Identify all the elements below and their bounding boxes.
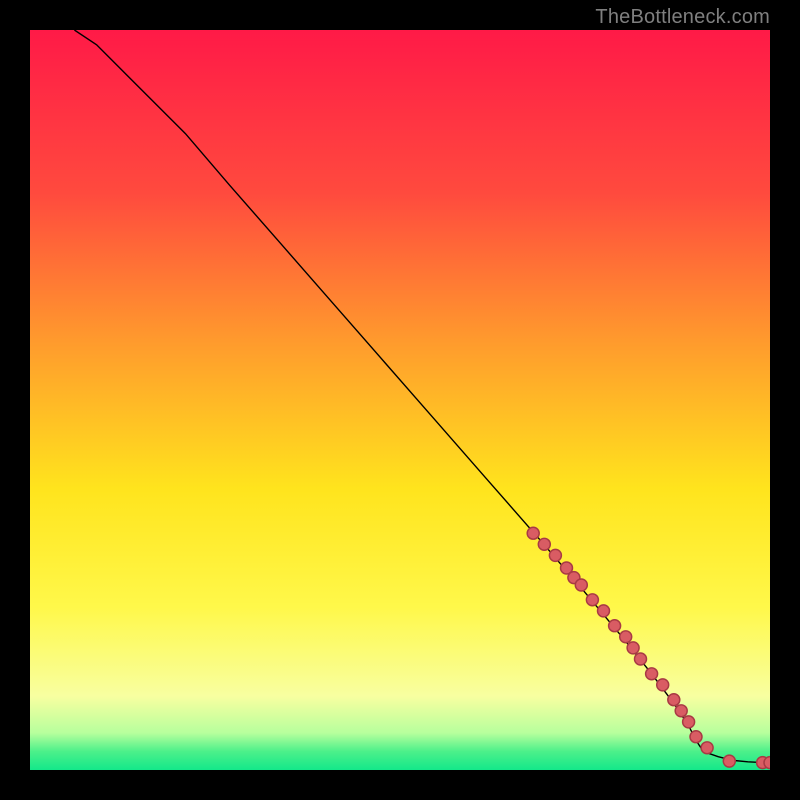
marker-point (527, 527, 539, 539)
marker-point (538, 538, 550, 550)
curve-path (74, 30, 770, 763)
marker-point (635, 653, 647, 665)
marker-point (575, 579, 587, 591)
marker-point (764, 757, 770, 769)
chart-svg (30, 30, 770, 770)
marker-point (627, 642, 639, 654)
marker-point (668, 694, 680, 706)
marker-point (657, 679, 669, 691)
marker-point (646, 668, 658, 680)
marker-point (701, 742, 713, 754)
chart-frame: TheBottleneck.com (0, 0, 800, 800)
marker-point (549, 549, 561, 561)
plot-area (30, 30, 770, 770)
marker-group (527, 527, 770, 768)
marker-point (675, 705, 687, 717)
attribution-text: TheBottleneck.com (595, 6, 770, 29)
marker-point (598, 605, 610, 617)
marker-point (723, 755, 735, 767)
marker-point (683, 716, 695, 728)
marker-point (609, 620, 621, 632)
marker-point (586, 594, 598, 606)
marker-point (620, 631, 632, 643)
marker-point (690, 731, 702, 743)
